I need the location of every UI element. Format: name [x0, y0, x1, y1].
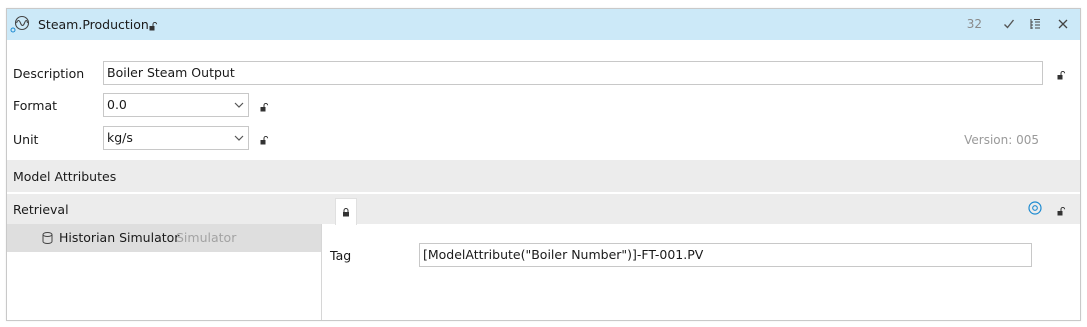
check-button[interactable] [1000, 15, 1018, 33]
lock-icon [343, 207, 349, 216]
description-label: Description [13, 66, 85, 81]
lock-open-icon[interactable] [260, 101, 269, 112]
tag-label: Tag [330, 248, 352, 263]
lock-open-icon[interactable] [1057, 69, 1066, 80]
lock-open-icon[interactable] [149, 20, 158, 31]
tree-list-button[interactable] [1026, 15, 1044, 33]
description-input[interactable]: Boiler Steam Output [103, 61, 1043, 85]
lock-open-icon[interactable] [1057, 205, 1066, 216]
retrieval-section[interactable]: Retrieval [7, 193, 1080, 224]
checkmark-icon [1004, 19, 1015, 29]
sine-wave-icon [10, 15, 30, 33]
list-item-type: Simulator [176, 230, 237, 245]
lock-open-icon[interactable] [260, 134, 269, 145]
tab-lock[interactable] [335, 198, 357, 225]
database-icon [42, 232, 53, 244]
unit-value: kg/s [107, 130, 133, 145]
attribute-editor-window: Steam.Production 32 Description Boiler S… [6, 8, 1081, 321]
retrieval-list: Historian Simulator Simulator [7, 224, 322, 320]
window-title: Steam.Production [38, 17, 149, 32]
section-title: Retrieval [13, 201, 69, 217]
chevron-down-icon [234, 135, 244, 141]
format-label: Format [13, 98, 58, 113]
unit-select[interactable]: kg/s [103, 126, 249, 150]
close-icon [1058, 19, 1068, 29]
chevron-down-icon [234, 102, 244, 108]
tree-list-icon [1030, 19, 1040, 29]
title-bar: Steam.Production 32 [7, 9, 1080, 40]
format-select[interactable]: 0.0 [103, 93, 249, 117]
unit-label: Unit [13, 132, 39, 147]
version-label: Version: 005 [964, 133, 1039, 147]
info-circle-icon[interactable] [1028, 201, 1042, 215]
model-attributes-section[interactable]: Model Attributes [7, 160, 1080, 192]
tag-input[interactable]: [ModelAttribute("Boiler Number")]-FT-001… [419, 243, 1032, 267]
section-title: Model Attributes [13, 168, 117, 184]
close-button[interactable] [1054, 15, 1072, 33]
list-item-name: Historian Simulator [59, 230, 180, 245]
format-value: 0.0 [107, 97, 127, 112]
item-count: 32 [966, 17, 982, 31]
list-item[interactable]: Historian Simulator Simulator [7, 224, 321, 252]
